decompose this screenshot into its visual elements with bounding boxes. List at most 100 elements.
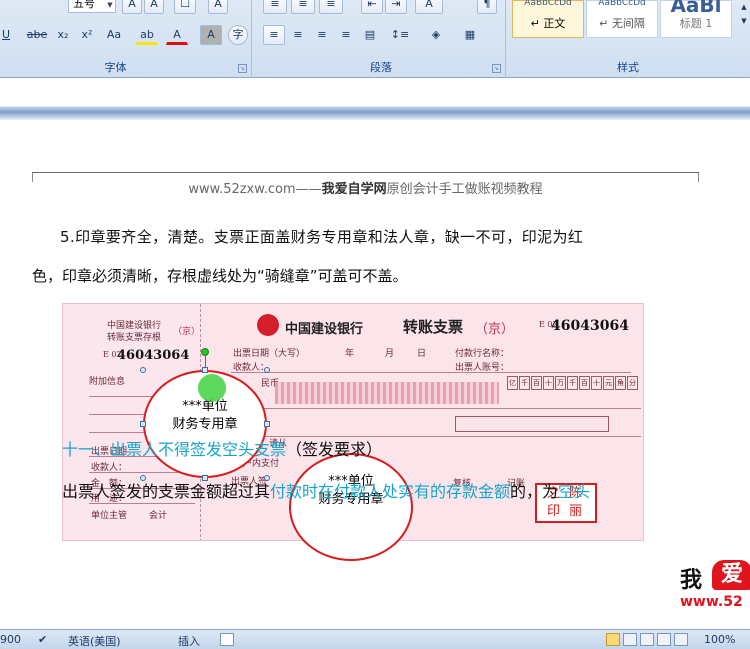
paragraph-group-label: 段落 — [370, 61, 392, 74]
highlight-button[interactable]: ab — [136, 25, 158, 45]
cheque-region: （京） — [475, 322, 515, 337]
underline-button[interactable]: U — [0, 25, 18, 45]
cheque-line-1 — [231, 372, 631, 373]
styles-scroll-up-icon[interactable]: ▲ — [738, 0, 750, 12]
web-layout-view-button[interactable] — [640, 633, 654, 646]
stub-title: 转账支票存根 — [107, 333, 162, 343]
para-last-highlight[interactable]: 付款时在付款人处实有的存款金额 — [270, 482, 510, 501]
word-count[interactable]: 900 — [0, 633, 21, 646]
style-heading-1-label: 标题 1 — [679, 17, 713, 30]
cheque-line-2 — [231, 408, 641, 409]
seal-1-line-1: ***单位 — [182, 399, 228, 414]
align-left-button[interactable]: ≡ — [263, 25, 285, 45]
justify-button[interactable]: ≡ — [335, 25, 357, 45]
cheque-bank-name: 中国建设银行 — [285, 322, 364, 337]
font-dialog-launcher-icon[interactable]: ↘ — [238, 64, 247, 73]
shrink-font-button[interactable]: A — [144, 0, 164, 14]
borders-button[interactable]: ▦ — [455, 25, 485, 45]
document-page[interactable]: www.52zxw.com——我爱自学网原创会计手工做账视频教程 5.印章要齐全… — [0, 120, 750, 629]
status-bar: 900 ✔ 英语(美国) 插入 100% — [0, 629, 750, 649]
superscript-button[interactable]: x² — [76, 25, 98, 45]
digit-box-9: 元 — [603, 376, 614, 390]
style-heading-1-preview: AaBl — [670, 0, 722, 15]
digit-box-4: 十 — [543, 376, 554, 390]
style-no-spacing[interactable]: AaBbCcDd ↵ 无间隔 — [586, 0, 658, 38]
grow-font-button[interactable]: A — [122, 0, 142, 14]
stub-number: 46043064 — [117, 348, 190, 363]
style-heading-1[interactable]: AaBl 标题 1 — [660, 0, 732, 38]
cheque-month: 月 — [385, 349, 395, 359]
ruler-band — [0, 78, 750, 120]
cheque-day: 日 — [417, 349, 427, 359]
style-no-spacing-preview: AaBbCcDd — [598, 0, 646, 8]
proofing-icon[interactable]: ✔ — [38, 633, 52, 646]
show-marks-button[interactable]: ¶ — [477, 0, 497, 14]
distributed-button[interactable]: ▤ — [359, 25, 381, 45]
align-right-button[interactable]: ≡ — [311, 25, 333, 45]
para-last-highlight-2[interactable]: 空头 — [558, 482, 590, 501]
style-normal[interactable]: AaBbCcDd ↵ 正文 — [512, 0, 584, 38]
char-border-button[interactable]: A — [208, 0, 228, 14]
language-status[interactable]: 英语(美国) — [68, 633, 121, 649]
style-normal-preview: AaBbCcDd — [524, 0, 572, 8]
watermark-url: www.52 — [680, 594, 743, 610]
digit-box-10: 角 — [615, 376, 626, 390]
enclose-char-button[interactable]: 字 — [228, 25, 248, 45]
char-shading-button[interactable]: A — [200, 25, 222, 45]
increase-indent-button[interactable]: ⇥ — [385, 0, 407, 14]
line-spacing-button[interactable]: ↕≡ — [385, 25, 415, 45]
stub-line-7 — [89, 503, 195, 504]
amount-strip — [275, 382, 499, 404]
cheque-type: 转账支票 — [403, 318, 464, 336]
cheque-date-label: 出票日期（大写） — [233, 349, 306, 359]
bullets-button[interactable]: ≡ — [263, 0, 287, 14]
resize-handle-ml[interactable] — [140, 421, 146, 427]
seal-char-4: 丽 — [569, 504, 583, 519]
shading-button[interactable]: ◈ — [421, 25, 451, 45]
subscript-button[interactable]: x₂ — [52, 25, 74, 45]
paragraph-dialog-launcher-icon[interactable]: ↘ — [492, 64, 501, 73]
rotate-handle-icon[interactable] — [201, 348, 209, 356]
full-screen-reading-view-button[interactable] — [623, 633, 637, 646]
decrease-indent-button[interactable]: ⇤ — [361, 0, 383, 14]
resize-handle-tl[interactable] — [140, 367, 146, 373]
stub-region: （京） — [173, 327, 201, 337]
resize-handle-mr[interactable] — [264, 421, 270, 427]
para-last-text-1: 出票人签发的支票金额超过其 — [62, 482, 271, 501]
macro-record-icon[interactable] — [220, 633, 234, 646]
paragraph-5-line-2: 色，印章必须清晰，存根虚线处为“骑缝章”可盖可不盖。 — [32, 267, 408, 285]
heading-11-link[interactable]: 十一、出票人不得签发空头支票 — [62, 440, 286, 459]
seal-char-3: 印 — [547, 504, 561, 519]
font-size-dropdown-icon[interactable]: ▼ — [104, 0, 116, 14]
resize-handle-tc[interactable] — [202, 367, 208, 373]
bank-logo-icon — [257, 314, 279, 336]
header-rule — [32, 172, 699, 173]
watermark-heart-icon: 爱 — [712, 560, 750, 590]
outline-view-button[interactable] — [657, 633, 671, 646]
font-color-button[interactable]: A — [166, 25, 188, 45]
zoom-level[interactable]: 100% — [704, 633, 735, 646]
draft-view-button[interactable] — [674, 633, 688, 646]
strikethrough-button[interactable]: abe — [24, 25, 50, 45]
digit-box-2: 千 — [519, 376, 530, 390]
section-heading-11: 十一、出票人不得签发空头支票（签发要求） — [62, 436, 382, 460]
cursor-highlight-icon — [198, 374, 226, 402]
styles-scroll-down-icon[interactable]: ▼ — [738, 14, 750, 26]
print-layout-view-button[interactable] — [606, 633, 620, 646]
numbering-button[interactable]: ≡ — [291, 0, 315, 14]
styles-group: AaBbCcDd ↵ 正文 AaBbCcDd ↵ 无间隔 AaBl 标题 1 ▲… — [506, 0, 750, 78]
sort-button[interactable]: A — [415, 0, 443, 14]
header-suffix: 原创会计手工做账视频教程 — [386, 182, 543, 197]
align-center-button[interactable]: ≡ — [287, 25, 309, 45]
multilevel-list-button[interactable]: ≡ — [319, 0, 343, 14]
digit-box-5: 万 — [555, 376, 566, 390]
resize-handle-tr[interactable] — [264, 367, 270, 373]
insert-mode-status[interactable]: 插入 — [178, 633, 200, 649]
header-url: www.52zxw.com—— — [188, 182, 322, 197]
styles-group-label: 样式 — [617, 61, 639, 74]
change-case-button[interactable]: Aa — [100, 25, 128, 45]
digit-box-8: 十 — [591, 376, 602, 390]
seal-finance-2[interactable]: ***单位 财务专用章 — [289, 453, 413, 561]
clear-format-button[interactable]: ☐ — [174, 0, 196, 14]
digit-box-7: 百 — [579, 376, 590, 390]
